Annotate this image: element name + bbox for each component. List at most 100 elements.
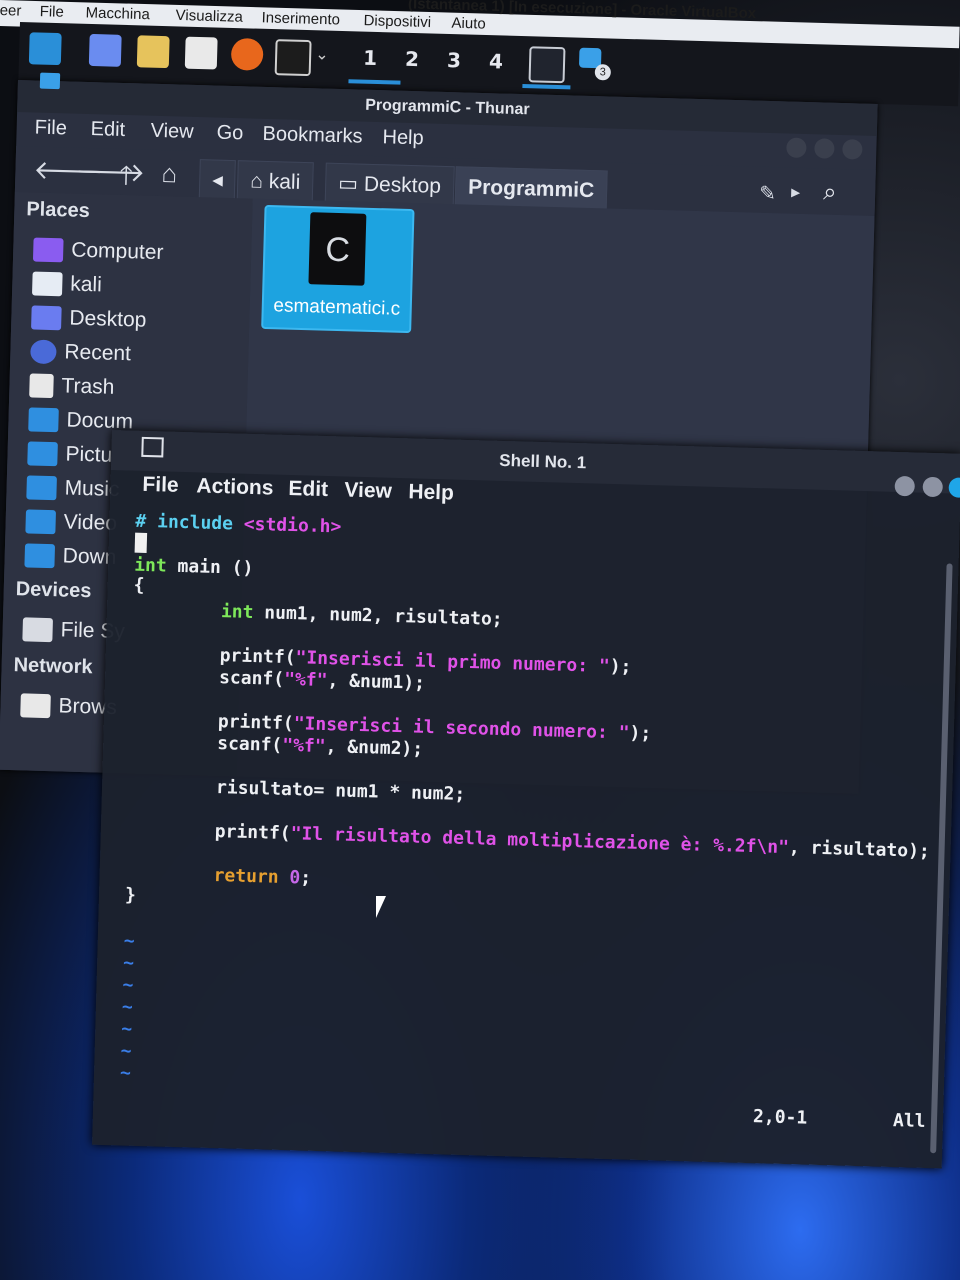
home-folder-icon [31, 271, 63, 297]
vbox-menu-visualizza[interactable]: Visualizza [175, 7, 243, 26]
thunar-menu-help[interactable]: Help [382, 126, 424, 150]
recent-icon [30, 339, 57, 365]
sidebar-item-kali[interactable]: kali [31, 268, 103, 300]
workspace-1[interactable]: 1 [363, 46, 378, 70]
workspace-3[interactable]: 3 [447, 48, 462, 72]
desktop-icon [31, 305, 62, 331]
code-line-1: # include <stdio.h> [135, 510, 342, 538]
terminal-close-button[interactable] [948, 477, 960, 498]
terminal-title-icon [141, 436, 164, 458]
task-indicator [522, 84, 571, 90]
workspace-2[interactable]: 2 [405, 47, 420, 71]
thunar-menu-file[interactable]: File [34, 116, 67, 140]
devices-header: Devices [15, 578, 92, 603]
mouse-pointer-icon [376, 896, 386, 918]
code-line-18: } [124, 884, 137, 906]
sidebar-item-computer[interactable]: Computer [32, 234, 164, 268]
sidebar-label: kali [70, 272, 103, 297]
code-line-4: { [133, 574, 145, 596]
breadcrumb-left-icon[interactable]: ◂ [198, 159, 236, 203]
vim-tilde: ~ [122, 974, 134, 996]
terminal-maximize-button[interactable] [922, 476, 944, 498]
close-button[interactable] [842, 139, 863, 160]
thunar-menu-bookmarks[interactable]: Bookmarks [262, 123, 363, 149]
vim-tilde: ~ [121, 996, 134, 1018]
maximize-button[interactable] [814, 138, 835, 159]
file-item-esmatematici[interactable]: C esmatematici.c [261, 204, 415, 334]
network-header: Network [13, 654, 93, 679]
notification-badge: 3 [594, 64, 612, 81]
text-editor-icon[interactable] [184, 36, 218, 70]
edit-location-icon[interactable]: ✎ [759, 181, 776, 206]
terminal-menu-edit[interactable]: Edit [288, 477, 328, 502]
folder-icon [39, 72, 61, 90]
home-icon[interactable]: ⌂ [161, 158, 178, 189]
sidebar-item-downloads[interactable]: Down [24, 540, 117, 573]
sidebar-item-trash[interactable]: Trash [29, 370, 115, 402]
sidebar-item-browse-network[interactable]: Brows [20, 690, 117, 723]
vbox-menu-aiuto[interactable]: Aiuto [451, 15, 486, 33]
vim-tilde: ~ [120, 1040, 132, 1062]
search-icon[interactable]: ⌕ [823, 179, 837, 207]
trash-icon [29, 373, 54, 399]
videos-folder-icon [25, 509, 56, 535]
terminal-title: Shell No. 1 [499, 450, 587, 473]
chevron-down-icon[interactable]: ⌄ [315, 44, 329, 64]
vim-scroll-status: All [892, 1110, 926, 1132]
thunar-title: ProgrammiC - Thunar [364, 96, 530, 119]
vbox-menu-file[interactable]: File [39, 3, 64, 21]
code-line-13: risultato= num1 * num2; [215, 777, 466, 806]
code-line-8: scanf("%f", &num1); [218, 667, 426, 694]
terminal-minimize-button[interactable] [894, 475, 916, 497]
code-line-3: int main () [133, 554, 254, 579]
terminal-window: Shell No. 1 File Actions Edit View Help … [92, 430, 960, 1169]
sidebar-label: Trash [61, 374, 115, 399]
show-desktop-icon[interactable] [88, 33, 122, 67]
thunar-menu-view[interactable]: View [150, 120, 194, 144]
terminal-menu-help[interactable]: Help [408, 480, 454, 505]
thunar-menu-edit[interactable]: Edit [90, 118, 125, 142]
terminal-icon[interactable] [274, 39, 312, 77]
file-manager-icon[interactable] [136, 35, 170, 69]
pictures-folder-icon [27, 441, 58, 467]
breadcrumb-programmic-label: ProgrammiC [467, 175, 595, 203]
breadcrumb-desktop-label: Desktop [363, 172, 442, 198]
music-folder-icon [26, 475, 57, 501]
sidebar-item-pictures[interactable]: Pictur [27, 438, 120, 471]
code-line-17: return 0; [213, 865, 312, 889]
chevron-right-icon[interactable]: ▸ [791, 182, 801, 203]
thunar-menu-go[interactable]: Go [216, 122, 243, 146]
vbox-menu-macchina[interactable]: Macchina [85, 4, 150, 23]
sidebar-label: Computer [70, 238, 164, 265]
sidebar-item-music[interactable]: Music [26, 472, 120, 505]
sidebar-item-desktop[interactable]: Desktop [31, 302, 147, 335]
vbox-menu-dispositivi[interactable]: Dispositivi [363, 12, 431, 31]
terminal-task-icon[interactable] [528, 46, 566, 84]
workspace-4[interactable]: 4 [489, 49, 504, 73]
terminal-menu-actions[interactable]: Actions [196, 474, 274, 500]
computer-icon [32, 237, 64, 263]
terminal-menu-view[interactable]: View [344, 479, 392, 504]
vim-tilde: ~ [120, 1018, 133, 1040]
sidebar-label: Recent [64, 340, 132, 366]
code-line-5: int num1, num2, risultato; [220, 601, 503, 630]
file-glyph: C [324, 230, 351, 270]
code-line-11: scanf("%f", &num2); [216, 733, 424, 760]
sidebar-item-recent[interactable]: Recent [30, 336, 131, 369]
vim-tilde: ~ [123, 930, 135, 952]
vim-tilde: ~ [119, 1062, 132, 1084]
firefox-icon[interactable] [230, 37, 264, 71]
vim-cursor-position: 2,0-1 [752, 1106, 808, 1129]
sidebar-label: Desktop [69, 306, 147, 332]
vim-editor[interactable]: # include <stdio.h> int main () { int nu… [113, 511, 949, 1134]
terminal-menu-file[interactable]: File [142, 473, 179, 498]
kali-menu-icon[interactable] [28, 32, 62, 66]
c-source-file-icon: C [308, 212, 367, 286]
places-header: Places [26, 198, 91, 223]
minimize-button[interactable] [786, 137, 807, 159]
forward-arrow-icon[interactable]: 🡒 [75, 156, 146, 189]
sidebar-item-videos[interactable]: Video [25, 506, 117, 539]
vbox-menu-inserimento[interactable]: Inserimento [261, 9, 340, 28]
vim-tilde: ~ [122, 952, 135, 974]
left-partial-text: eer [0, 1, 22, 20]
